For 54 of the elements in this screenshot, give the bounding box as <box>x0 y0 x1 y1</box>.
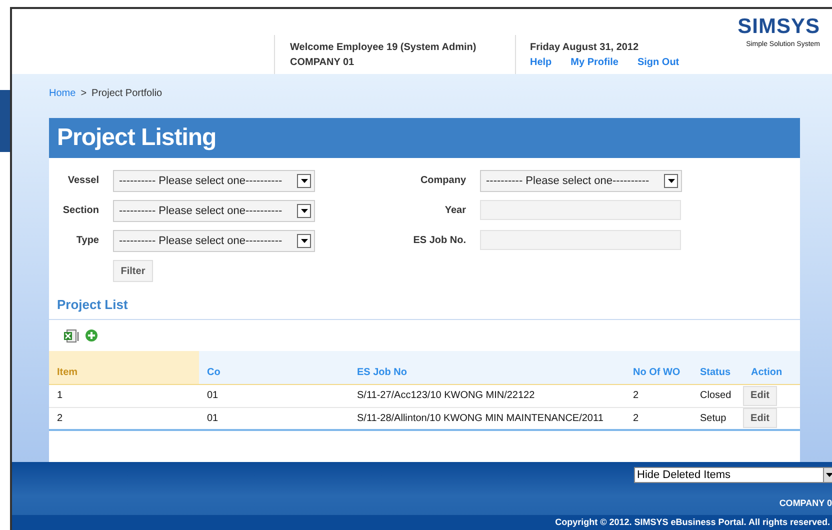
select-field[interactable]: ---------- Please select one---------- <box>113 230 315 252</box>
edit-button[interactable]: Edit <box>743 386 777 406</box>
table-cell: 2 <box>49 407 199 430</box>
text-field[interactable] <box>480 200 681 220</box>
column-header[interactable]: Item <box>49 351 199 384</box>
table-cell: S/11-28/Allinton/10 KWONG MIN MAINTENANCE/2011 <box>349 407 625 430</box>
caret-icon <box>668 179 674 184</box>
copyright-text: Copyright © 2012. SIMSYS eBusiness Portal. All rights reserved. <box>555 516 830 529</box>
table-cell: 2 <box>625 407 692 430</box>
welcome-text: Welcome Employee 19 (System Admin) <box>290 41 478 55</box>
table-cell: Closed <box>692 384 743 408</box>
date-text: Friday August 31, 2012 <box>530 41 640 55</box>
column-header[interactable]: No Of WO <box>625 351 692 384</box>
select-field[interactable]: ---------- Please select one---------- <box>113 200 315 222</box>
header-link[interactable]: Help <box>530 55 552 70</box>
panel-title: Project Listing <box>57 123 216 154</box>
column-header[interactable]: Status <box>692 351 743 384</box>
spreadsheet-export-icon[interactable] <box>63 328 79 343</box>
table-cell: 01 <box>199 407 349 430</box>
company-name: COMPANY 0 <box>779 497 832 510</box>
column-header[interactable]: Action <box>743 351 800 384</box>
logo: SIMSYS <box>738 15 820 39</box>
table-cell: 2 <box>625 384 692 408</box>
field-label: Type <box>75 234 100 248</box>
table-cell: S/11-27/Acc123/10 KWONG MIN/22122 <box>349 384 625 408</box>
home-link[interactable]: Home <box>49 86 76 101</box>
filter-dropdown[interactable]: Hide Deleted Items <box>634 467 832 484</box>
breadcrumb-current: Project Portfolio <box>92 86 162 101</box>
field-label: Company <box>419 174 467 188</box>
caret-icon <box>300 239 308 244</box>
breadcrumb-separator: > <box>80 86 87 101</box>
add-icon[interactable] <box>85 329 98 342</box>
field-label: Section <box>62 204 100 218</box>
header-link[interactable]: Sign Out <box>637 55 680 70</box>
caret-icon <box>826 473 832 478</box>
caret-icon <box>300 179 308 184</box>
select-field[interactable]: ---------- Please select one---------- <box>480 170 682 192</box>
column-header[interactable]: ES Job No <box>349 351 625 384</box>
header-link[interactable]: My Profile <box>570 55 618 70</box>
table-cell: 1 <box>49 384 199 408</box>
table-cell: 01 <box>199 384 349 408</box>
select-field[interactable]: ---------- Please select one---------- <box>113 170 315 192</box>
caret-icon <box>300 209 308 214</box>
company-name: COMPANY 01 <box>290 56 356 70</box>
column-header[interactable]: Co <box>199 351 349 384</box>
text-field[interactable] <box>480 230 681 250</box>
field-label: Vessel <box>66 174 100 188</box>
section-title: Project List <box>57 296 128 314</box>
field-label: ES Job No. <box>412 234 467 248</box>
filter-button[interactable]: Filter <box>113 260 153 282</box>
background-window-strip <box>0 90 10 152</box>
edit-button[interactable]: Edit <box>743 408 777 428</box>
table-cell: Setup <box>692 407 743 430</box>
field-label: Year <box>444 204 467 218</box>
